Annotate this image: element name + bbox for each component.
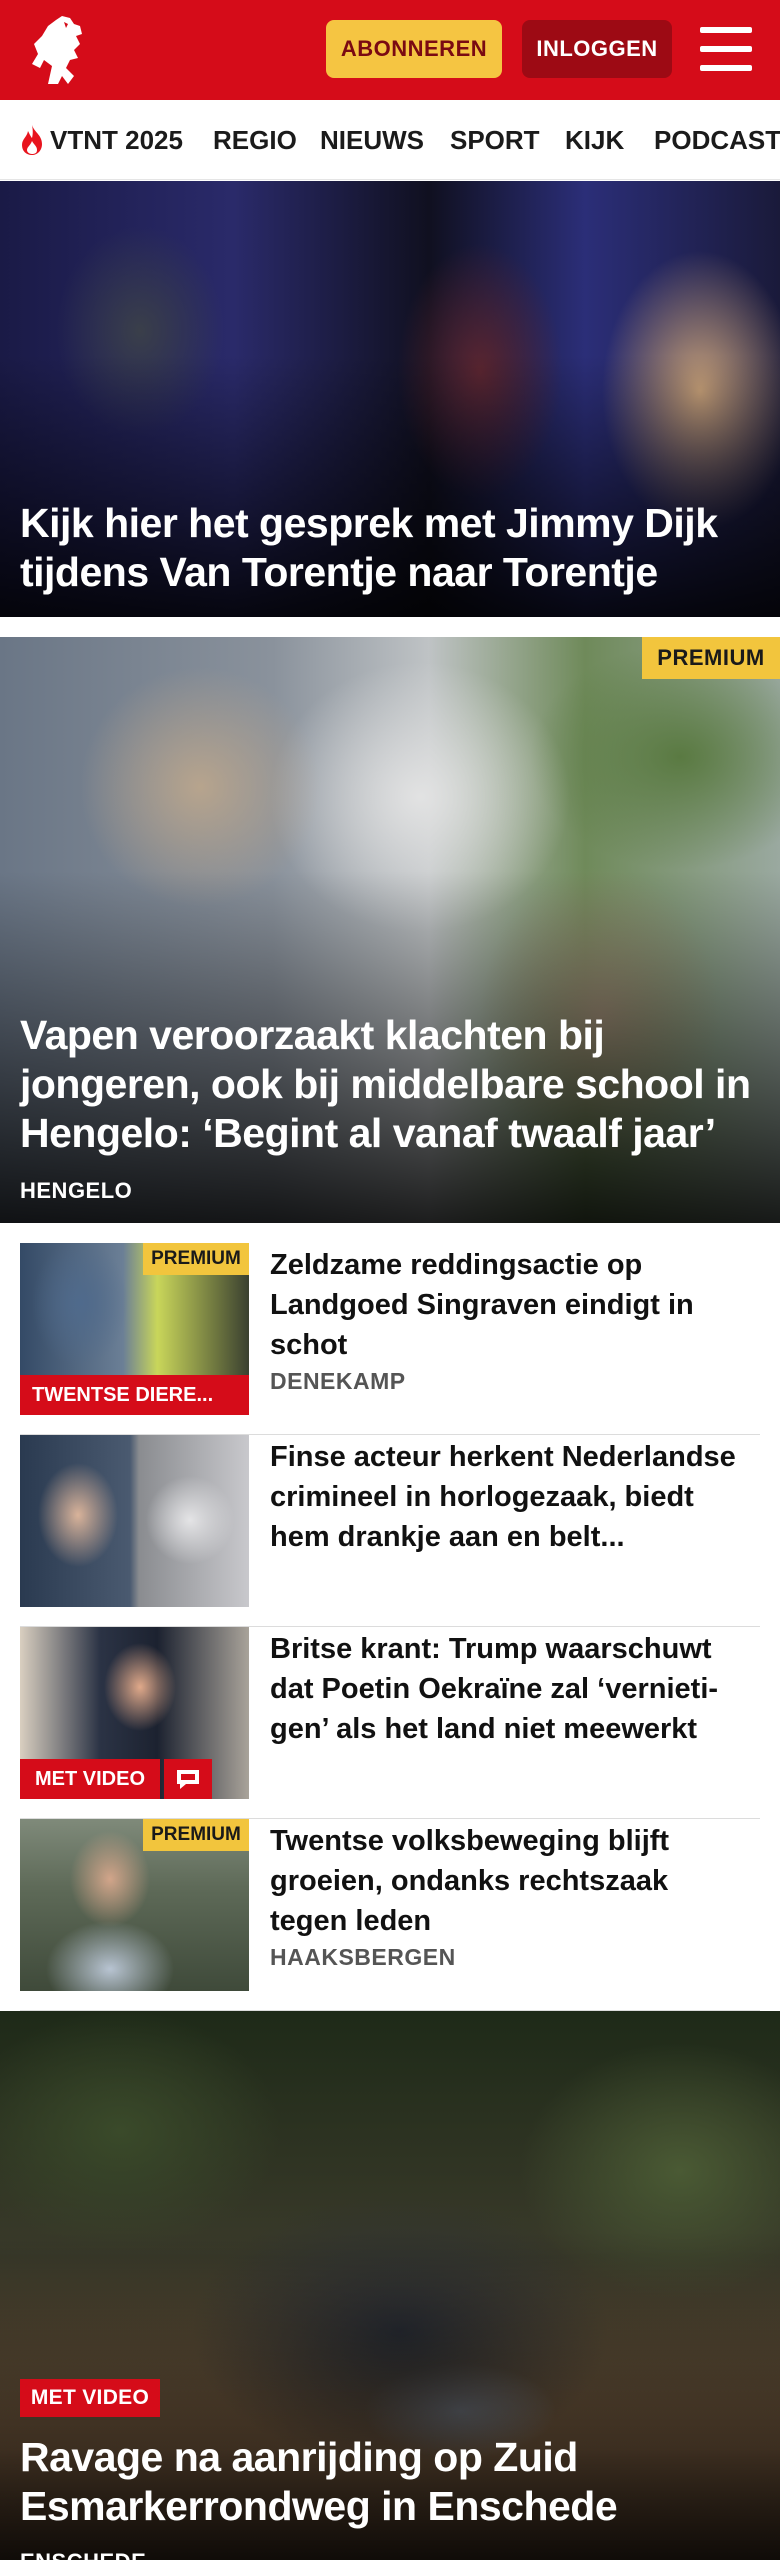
- hero-article-jimmy-dijk[interactable]: Kijk hier het gesprek met Jimmy Dijk tij…: [0, 181, 780, 617]
- premium-badge: PREMIUM: [143, 1243, 249, 1275]
- article-thumbnail: MET VIDEO: [20, 1627, 249, 1799]
- hero-location: ENSCHEDE: [20, 2549, 146, 2560]
- main-nav: VTNT 2025 REGIO NIEUWS SPORT KIJK PODCAS…: [0, 100, 780, 180]
- site-header: ABONNEREN INLOGGEN: [0, 0, 780, 100]
- nav-item-nieuws[interactable]: NIEUWS: [320, 100, 424, 179]
- list-item[interactable]: PREMIUM Twentse volksbeweging blijft gro…: [20, 1819, 760, 2011]
- article-thumbnail: PREMIUM: [20, 1819, 249, 1991]
- article-title[interactable]: Finse acteur herkent Nederland­se crimin…: [270, 1437, 750, 1557]
- article-title[interactable]: Britse krant: Trump waarschuwt dat Poeti…: [270, 1629, 750, 1749]
- nav-label: VTNT 2025: [50, 124, 183, 155]
- nav-item-sport[interactable]: SPORT: [450, 100, 540, 179]
- hero-article-vapen[interactable]: PREMIUM Vapen veroorzaakt klachten bij j…: [0, 637, 780, 1223]
- list-item[interactable]: PREMIUM TWENTSE DIERE... Zeldzame reddin…: [20, 1243, 760, 1435]
- article-thumbnail: [20, 1435, 249, 1607]
- nav-item-podcast[interactable]: PODCAST: [654, 100, 780, 179]
- nav-item-kijk[interactable]: KIJK: [565, 100, 624, 179]
- list-item[interactable]: Finse acteur herkent Nederland­se crimin…: [20, 1435, 760, 1627]
- subscribe-button[interactable]: ABONNEREN: [326, 20, 502, 78]
- article-title[interactable]: Twentse volksbeweging blijft groeien, on…: [270, 1821, 750, 1941]
- nav-item-vtnt[interactable]: VTNT 2025: [18, 100, 183, 179]
- horse-logo-icon[interactable]: [18, 10, 106, 90]
- hero-title[interactable]: Vapen veroorzaakt klachten bij jongeren,…: [20, 1011, 760, 1158]
- premium-badge: PREMIUM: [143, 1819, 249, 1851]
- hamburger-menu-icon[interactable]: [700, 27, 752, 71]
- category-label[interactable]: TWENTSE DIERE...: [20, 1375, 249, 1415]
- list-item[interactable]: MET VIDEO Britse krant: Trump waarschuwt…: [20, 1627, 760, 1819]
- hero-title[interactable]: Kijk hier het gesprek met Jimmy Dijk tij…: [20, 499, 760, 597]
- article-location: HAAKSBERGEN: [270, 1944, 456, 1970]
- login-button[interactable]: INLOGGEN: [522, 20, 672, 78]
- hero-location: HENGELO: [20, 1178, 133, 1203]
- premium-badge: PREMIUM: [642, 637, 780, 679]
- flame-icon: [22, 125, 42, 155]
- video-badge: MET VIDEO: [20, 1759, 160, 1799]
- nav-item-regio[interactable]: REGIO: [213, 100, 297, 179]
- article-location: DENEKAMP: [270, 1368, 406, 1394]
- article-title[interactable]: Zeldzame reddingsactie op Landgoed Singr…: [270, 1245, 750, 1365]
- hero-title[interactable]: Ravage na aanrijding op Zuid Esmarkerron…: [20, 2433, 760, 2531]
- video-badge: MET VIDEO: [20, 2379, 160, 2417]
- article-thumbnail: PREMIUM TWENTSE DIERE...: [20, 1243, 249, 1415]
- hero-article-aanrijding[interactable]: MET VIDEO Ravage na aanrijding op Zuid E…: [0, 2011, 780, 2560]
- comment-icon[interactable]: [164, 1759, 212, 1799]
